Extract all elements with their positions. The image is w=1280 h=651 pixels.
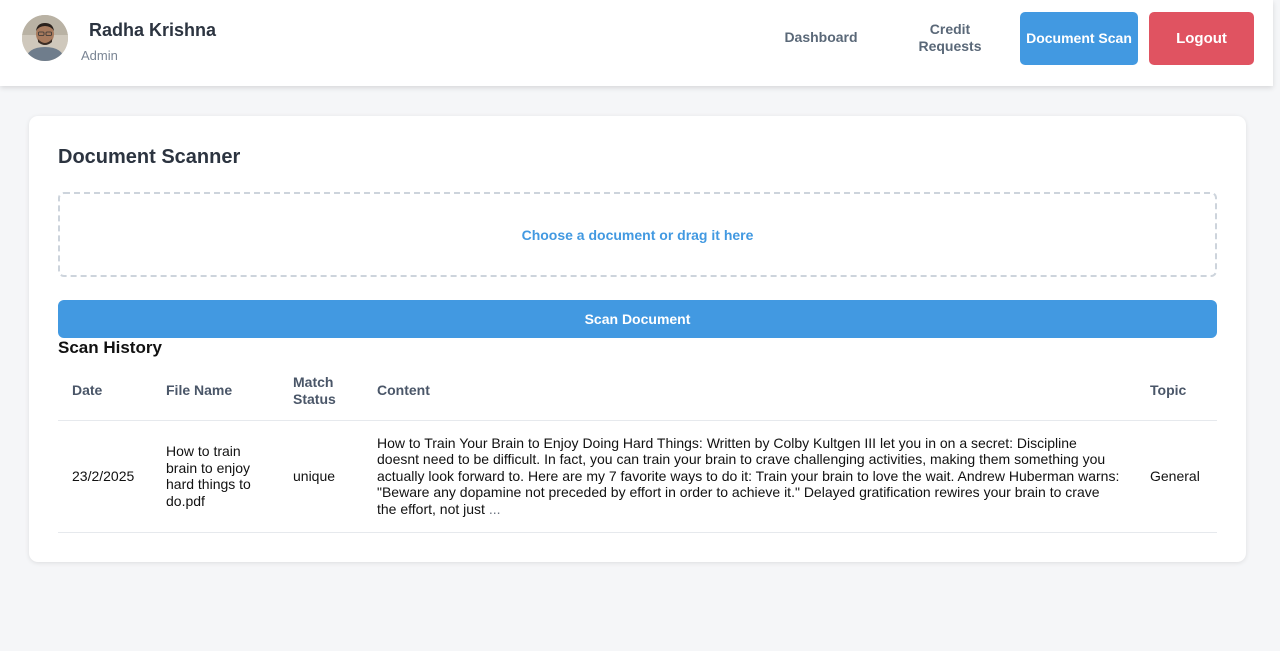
- dropzone-label[interactable]: Choose a document or drag it here: [522, 227, 754, 243]
- column-header-content: Content: [363, 362, 1136, 421]
- cell-topic: General: [1136, 420, 1217, 533]
- content-ellipsis: ...: [488, 500, 501, 517]
- document-scanner-card: Document Scanner Choose a document or dr…: [29, 116, 1246, 562]
- cell-file-name: How to train brain to enjoy hard things …: [152, 420, 279, 533]
- table-row: 23/2/2025 How to train brain to enjoy ha…: [58, 420, 1217, 533]
- cell-match-status: unique: [279, 420, 363, 533]
- logout-button[interactable]: Logout: [1149, 12, 1254, 65]
- nav-document-scan-button[interactable]: Document Scan: [1020, 12, 1138, 65]
- nav-credit-requests-link[interactable]: Credit Requests: [905, 21, 995, 55]
- user-name: Radha Krishna: [89, 20, 217, 40]
- scan-history-table: Date File Name Match Status Content Topi…: [58, 362, 1217, 533]
- nav-dashboard-link[interactable]: Dashboard: [776, 29, 866, 46]
- top-navbar: Radha Krishna Admin Dashboard Credit Req…: [0, 0, 1273, 86]
- column-header-match-status: Match Status: [279, 362, 363, 421]
- file-dropzone[interactable]: Choose a document or drag it here: [58, 192, 1217, 277]
- cell-content: How to Train Your Brain to Enjoy Doing H…: [363, 420, 1136, 533]
- column-header-topic: Topic: [1136, 362, 1217, 421]
- user-avatar: [22, 15, 68, 61]
- column-header-date: Date: [58, 362, 152, 421]
- table-header-row: Date File Name Match Status Content Topi…: [58, 362, 1217, 421]
- cell-date: 23/2/2025: [58, 420, 152, 533]
- scan-document-button[interactable]: Scan Document: [58, 300, 1217, 338]
- avatar-photo-icon: [22, 15, 68, 61]
- user-role: Admin: [81, 48, 118, 63]
- scan-history-title: Scan History: [58, 338, 162, 357]
- column-header-file-name: File Name: [152, 362, 279, 421]
- page-title: Document Scanner: [58, 146, 241, 168]
